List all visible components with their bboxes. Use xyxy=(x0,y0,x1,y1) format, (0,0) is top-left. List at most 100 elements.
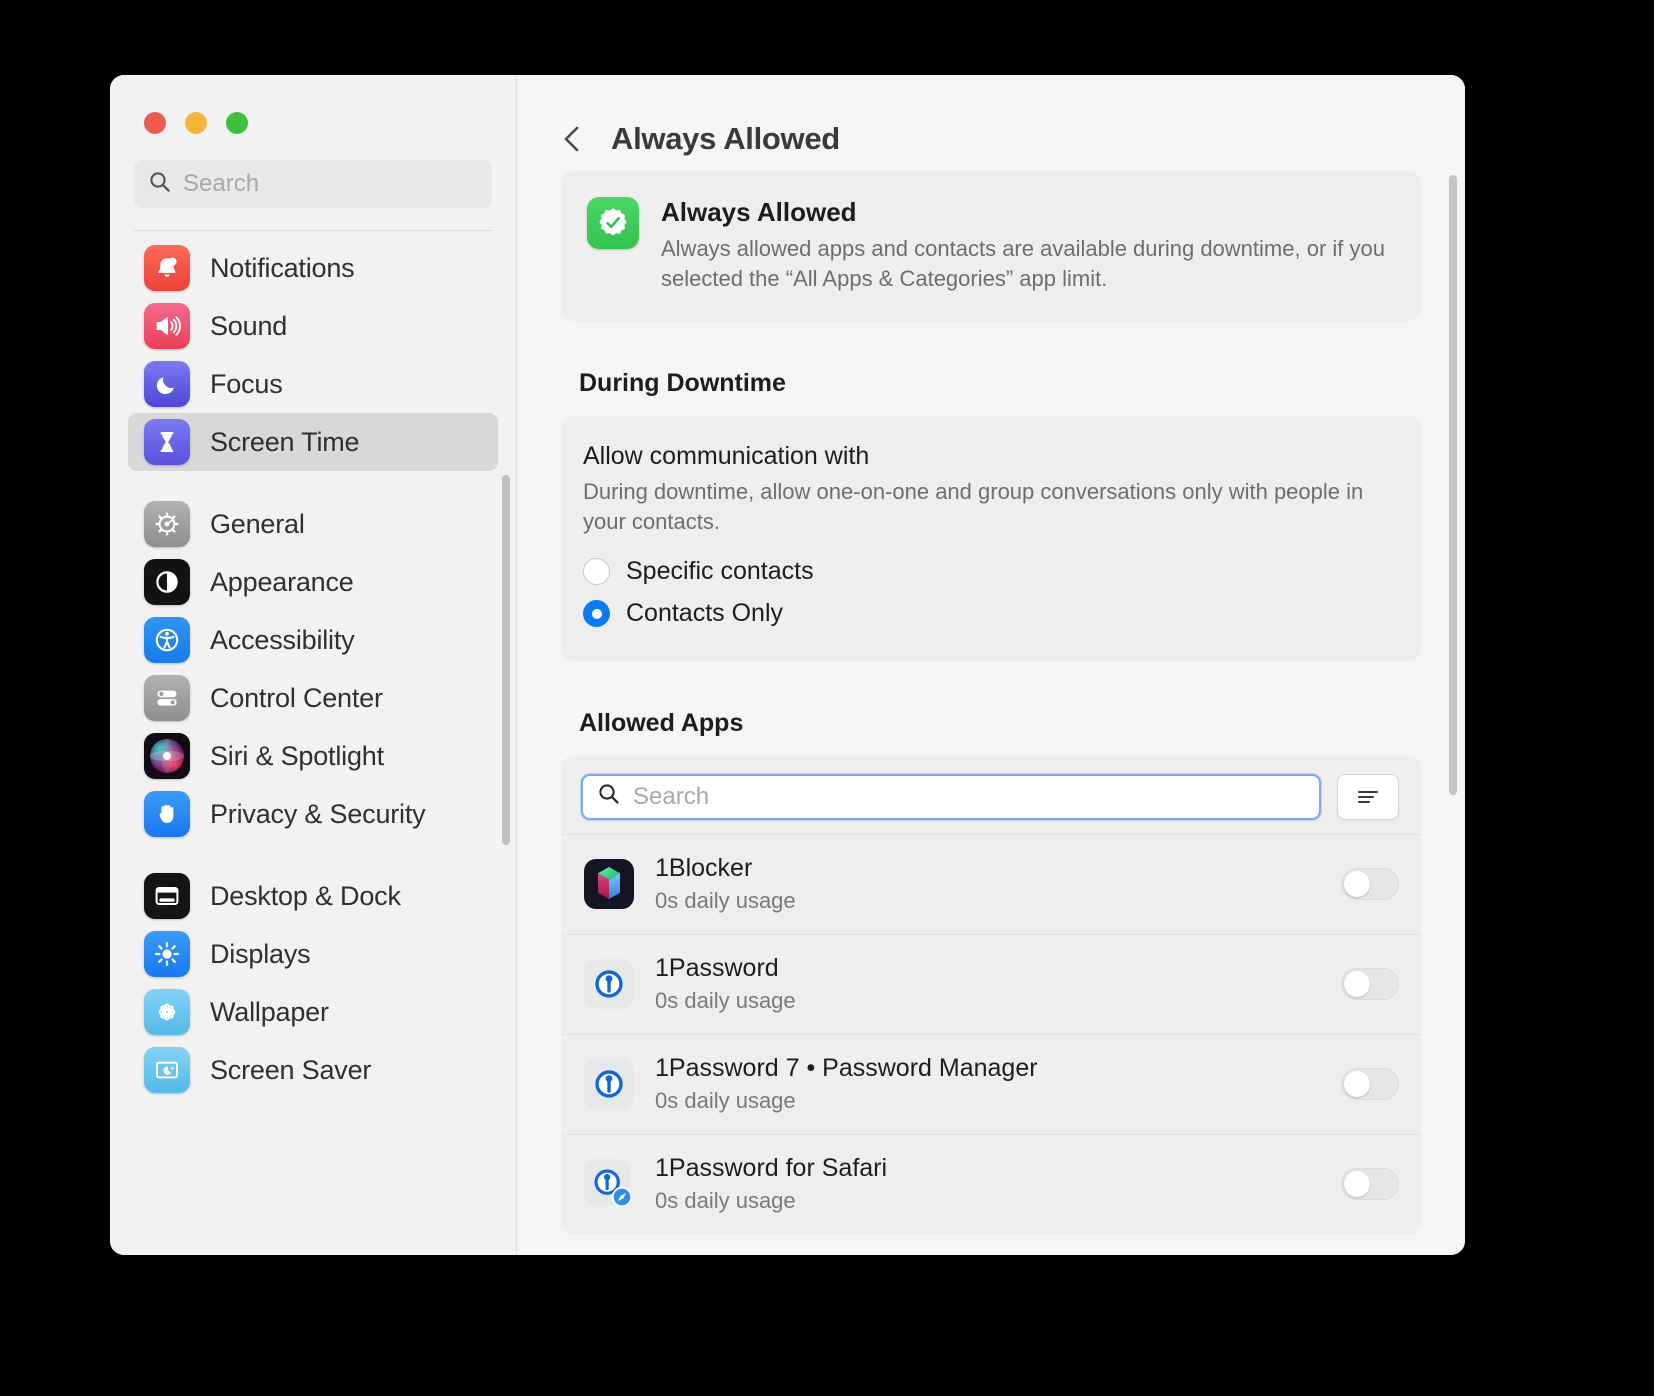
sidebar-item-desktop-dock[interactable]: Desktop & Dock xyxy=(128,867,498,925)
chevron-left-icon xyxy=(564,126,579,152)
app-meta: 1Password for Safari 0s daily usage xyxy=(655,1154,1321,1214)
sidebar-item-label: Screen Time xyxy=(210,426,360,457)
system-settings-window: Search Notifications Sound Focus Screen … xyxy=(110,75,1465,1255)
sidebar-item-label: Focus xyxy=(210,368,283,399)
accessibility-icon xyxy=(144,617,190,663)
sidebar-item-screen-time[interactable]: Screen Time xyxy=(128,413,498,471)
screen-time-icon xyxy=(144,419,190,465)
app-name: 1Password 7 • Password Manager xyxy=(655,1054,1038,1083)
app-usage: 0s daily usage xyxy=(655,988,796,1014)
sidebar-item-control-center[interactable]: Control Center xyxy=(128,669,498,727)
displays-icon xyxy=(144,931,190,977)
sidebar-item-label: Wallpaper xyxy=(210,996,329,1027)
desktop-dock-icon xyxy=(144,873,190,919)
allowed-apps-heading: Allowed Apps xyxy=(579,708,744,737)
app-allow-toggle[interactable] xyxy=(1341,1168,1399,1201)
always-allowed-info-card: Always Allowed Always allowed apps and c… xyxy=(561,171,1421,322)
sidebar-search-input[interactable]: Search xyxy=(134,160,492,208)
1password7-icon xyxy=(583,1058,635,1110)
always-allowed-badge-icon xyxy=(587,197,639,249)
sidebar-search-wrap: Search xyxy=(110,134,516,231)
sidebar-item-label: Control Center xyxy=(210,682,383,713)
radio-label: Contacts Only xyxy=(626,599,784,628)
privacy-icon xyxy=(144,791,190,837)
sidebar-item-notifications[interactable]: Notifications xyxy=(128,239,498,297)
sidebar-item-privacy-security[interactable]: Privacy & Security xyxy=(128,785,498,843)
screen-saver-icon xyxy=(144,1047,190,1093)
app-usage: 0s daily usage xyxy=(655,1088,796,1114)
wallpaper-icon xyxy=(144,989,190,1035)
allow-communication-description: During downtime, allow one-on-one and gr… xyxy=(583,479,1364,535)
sidebar: Search Notifications Sound Focus Screen … xyxy=(110,75,517,1255)
zoom-button[interactable] xyxy=(226,112,248,134)
app-allow-toggle[interactable] xyxy=(1341,868,1399,901)
app-name: 1Password xyxy=(655,954,779,983)
sidebar-scrollbar[interactable] xyxy=(502,475,510,845)
during-downtime-heading: During Downtime xyxy=(579,369,786,398)
1blocker-icon xyxy=(583,858,635,910)
radio-contacts-only[interactable]: Contacts Only xyxy=(583,593,1393,635)
sidebar-item-label: Notifications xyxy=(210,252,355,283)
siri-icon xyxy=(144,733,190,779)
allowed-apps-card: Search 1Blocker 0s daily usage 1Password… xyxy=(561,755,1421,1234)
table-row[interactable]: 1Password for Safari 0s daily usage xyxy=(561,1133,1421,1234)
radio-label: Specific contacts xyxy=(626,557,814,586)
app-allow-toggle[interactable] xyxy=(1341,968,1399,1001)
general-icon xyxy=(144,501,190,547)
sidebar-item-appearance[interactable]: Appearance xyxy=(128,553,498,611)
focus-icon xyxy=(144,361,190,407)
during-downtime-card: Allow communication with During downtime… xyxy=(561,416,1421,661)
table-row[interactable]: 1Password 0s daily usage xyxy=(561,933,1421,1034)
sidebar-item-label: Displays xyxy=(210,938,311,969)
main-pane: Always Allowed Always Allowed Always all… xyxy=(517,75,1465,1255)
sidebar-item-label: Siri & Spotlight xyxy=(210,740,384,771)
sidebar-item-sound[interactable]: Sound xyxy=(128,297,498,355)
app-meta: 1Password 0s daily usage xyxy=(655,954,1321,1014)
main-content: Always Allowed Always allowed apps and c… xyxy=(517,167,1465,1234)
always-allowed-info-text: Always Allowed Always allowed apps and c… xyxy=(661,197,1393,293)
sidebar-item-accessibility[interactable]: Accessibility xyxy=(128,611,498,669)
1password-icon xyxy=(583,958,635,1010)
sound-icon xyxy=(144,303,190,349)
search-icon xyxy=(597,782,621,811)
allow-communication-title: Allow communication with xyxy=(583,442,870,471)
sidebar-item-label: Appearance xyxy=(210,566,354,597)
sidebar-item-label: Privacy & Security xyxy=(210,798,426,829)
appearance-icon xyxy=(144,559,190,605)
minimize-button[interactable] xyxy=(185,112,207,134)
radio-specific-contacts[interactable]: Specific contacts xyxy=(583,551,1393,593)
sidebar-item-displays[interactable]: Displays xyxy=(128,925,498,983)
sidebar-item-focus[interactable]: Focus xyxy=(128,355,498,413)
radio-button-selected[interactable] xyxy=(583,600,610,628)
sidebar-item-label: Desktop & Dock xyxy=(210,880,401,911)
app-allow-toggle[interactable] xyxy=(1341,1068,1399,1101)
allowed-apps-search-placeholder: Search xyxy=(633,782,710,810)
control-center-icon xyxy=(144,675,190,721)
app-name: 1Blocker xyxy=(655,854,753,883)
sidebar-item-screen-saver[interactable]: Screen Saver xyxy=(128,1041,498,1099)
notifications-icon xyxy=(144,245,190,291)
table-row[interactable]: 1Password 7 • Password Manager 0s daily … xyxy=(561,1033,1421,1134)
filter-lines-icon xyxy=(1358,790,1378,803)
app-usage: 0s daily usage xyxy=(655,1188,796,1214)
sidebar-search-placeholder: Search xyxy=(183,170,260,197)
filter-button[interactable] xyxy=(1337,773,1399,820)
sidebar-item-label: Accessibility xyxy=(210,624,355,655)
close-button[interactable] xyxy=(144,112,166,134)
info-card-title: Always Allowed xyxy=(661,197,857,227)
app-usage: 0s daily usage xyxy=(655,888,796,914)
sidebar-item-siri-spotlight[interactable]: Siri & Spotlight xyxy=(128,727,498,785)
main-scrollbar[interactable] xyxy=(1449,175,1457,795)
window-traffic-lights xyxy=(110,75,516,134)
sidebar-item-label: Sound xyxy=(210,310,288,341)
search-icon xyxy=(148,170,172,199)
sidebar-item-general[interactable]: General xyxy=(128,495,498,553)
allowed-apps-search-input[interactable]: Search xyxy=(581,773,1321,820)
radio-button[interactable] xyxy=(583,558,610,586)
back-button[interactable] xyxy=(555,122,589,156)
allowed-apps-toolbar: Search xyxy=(561,756,1421,834)
info-card-description: Always allowed apps and contacts are ava… xyxy=(661,236,1385,291)
sidebar-item-wallpaper[interactable]: Wallpaper xyxy=(128,983,498,1041)
table-row[interactable]: 1Blocker 0s daily usage xyxy=(561,833,1421,934)
